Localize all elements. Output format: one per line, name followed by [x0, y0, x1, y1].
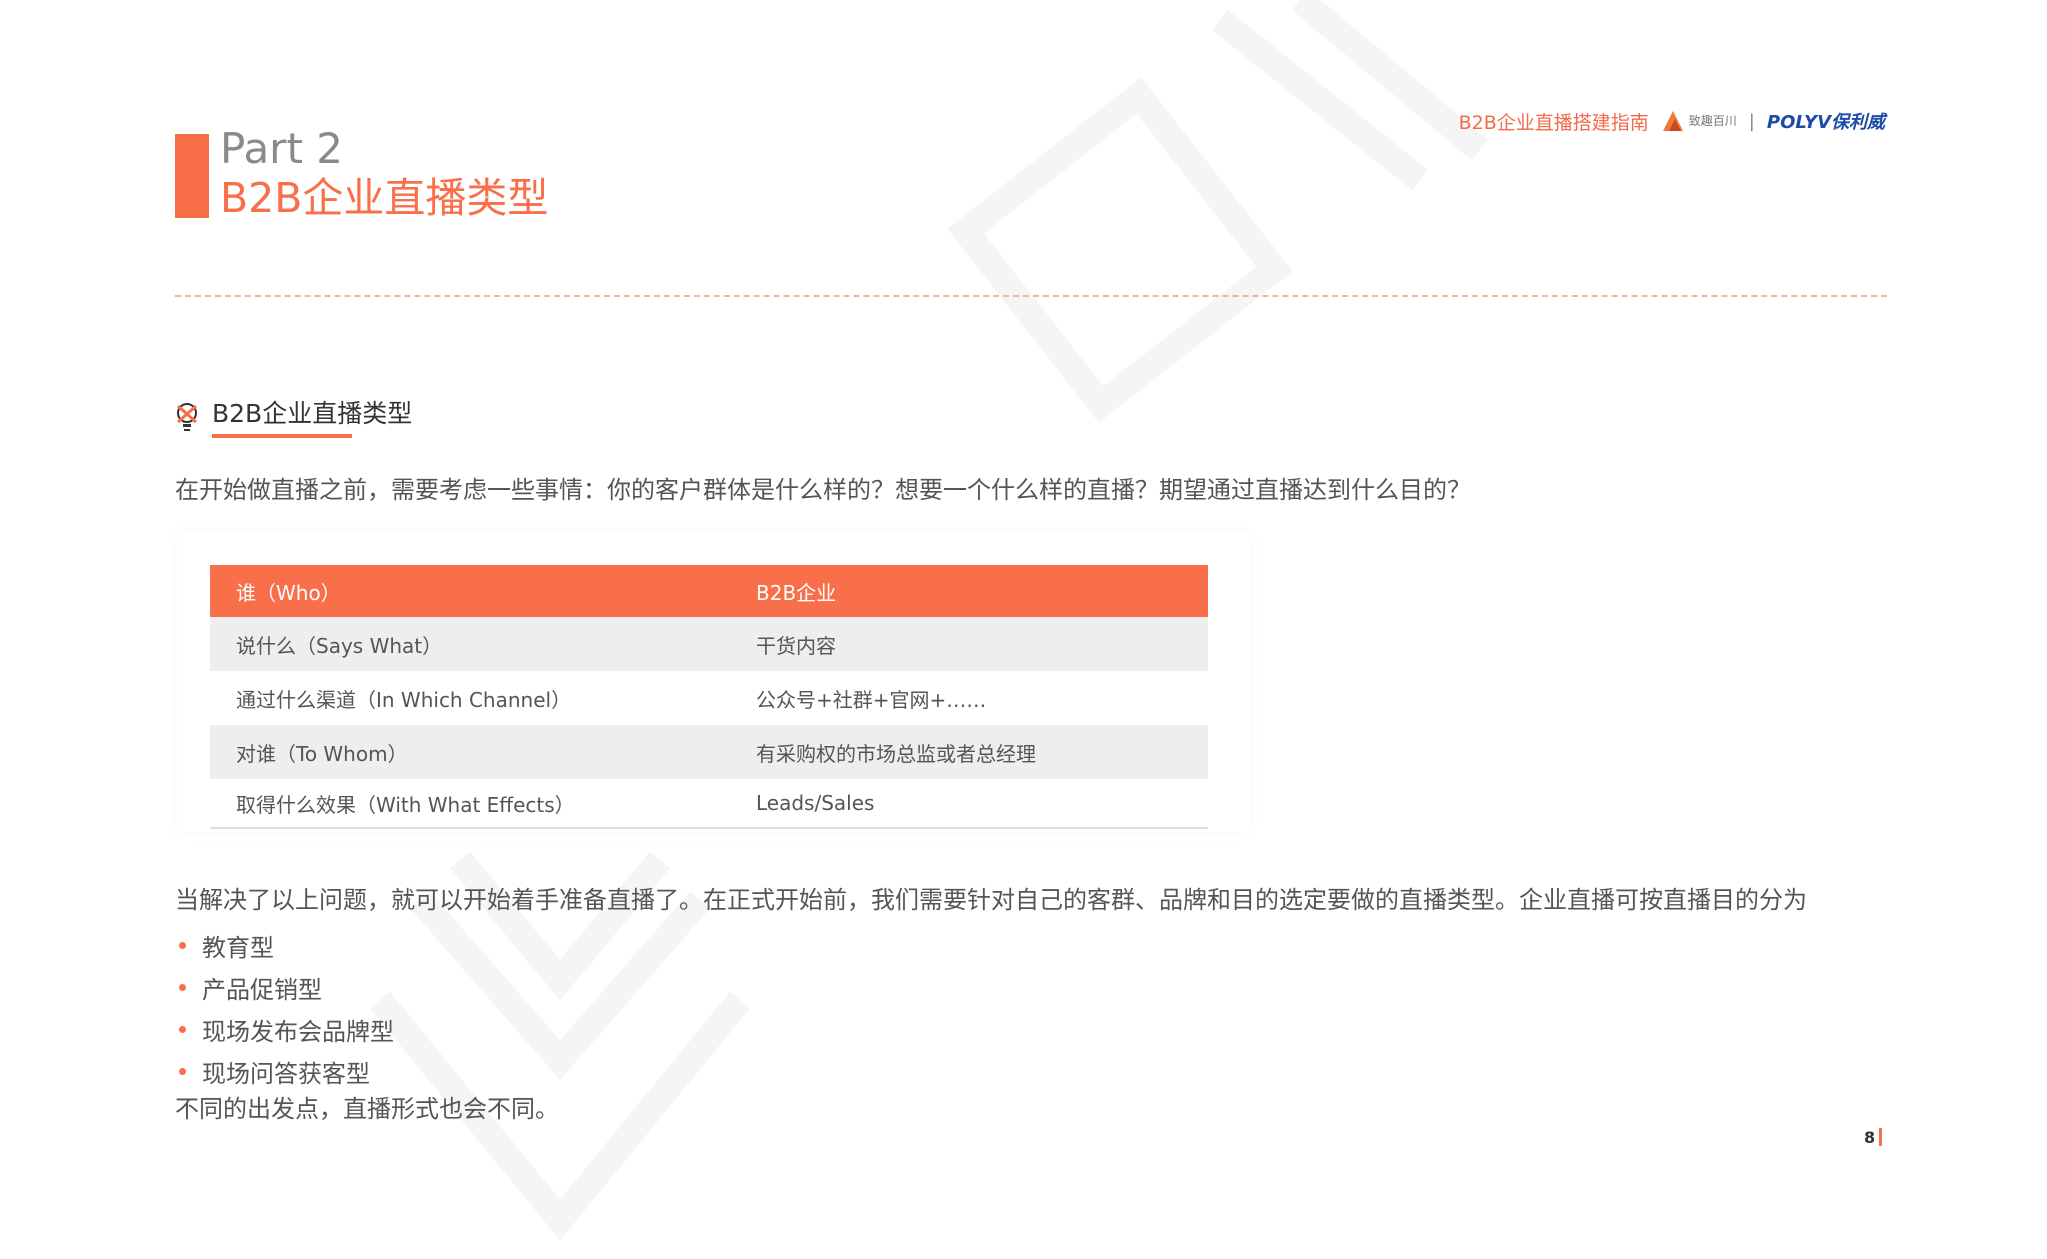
bullet-dot-icon — [179, 1067, 186, 1075]
page-number: 8 — [1864, 1128, 1876, 1147]
table-cell: 公众号+社群+官网+…… — [756, 687, 987, 712]
brand-title: B2B企业直播搭建指南 — [1458, 111, 1649, 134]
brand-header: B2B企业直播搭建指南 致趣百川 | POLYV保利威 — [1459, 107, 1885, 135]
table-row: 对谁（To Whom） 有采购权的市场总监或者总经理 — [210, 725, 1208, 779]
part-accent-bar — [175, 134, 209, 218]
table-cell: 有采购权的市场总监或者总经理 — [756, 741, 1036, 766]
table-row: 通过什么渠道（In Which Channel） 公众号+社群+官网+…… — [210, 671, 1208, 725]
bulb-icon — [177, 403, 197, 431]
section-title: B2B企业直播类型 — [212, 399, 413, 428]
bullet-dot-icon — [179, 1025, 186, 1033]
list-item-label: 产品促销型 — [202, 975, 322, 1004]
page-number-marker — [1879, 1128, 1882, 1146]
table-cell: 干货内容 — [756, 633, 836, 658]
closing-paragraph: 不同的出发点，直播形式也会不同。 — [175, 1095, 559, 1123]
brand-separator: | — [1748, 110, 1755, 132]
list-item: 教育型 — [175, 924, 394, 966]
section-title-underline — [212, 434, 352, 438]
list-item: 现场问答获客型 — [175, 1050, 394, 1092]
five-w-table: 谁（Who） B2B企业 说什么（Says What） 干货内容 通过什么渠道（… — [210, 565, 1208, 829]
polyv-logo: POLYV保利威 — [1766, 112, 1885, 133]
table-cell: Leads/Sales — [756, 791, 875, 815]
list-item: 现场发布会品牌型 — [175, 1008, 394, 1050]
table-cell: 通过什么渠道（In Which Channel） — [236, 687, 572, 712]
list-item-label: 教育型 — [202, 933, 274, 962]
table-row: 说什么（Says What） 干货内容 — [210, 617, 1208, 671]
part-number: Part 2 — [220, 124, 343, 173]
partner-logo-text: 致趣百川 — [1688, 114, 1737, 128]
live-type-list: 教育型 产品促销型 现场发布会品牌型 现场问答获客型 — [175, 924, 394, 1092]
table-cell: 取得什么效果（With What Effects） — [236, 792, 575, 817]
list-item-label: 现场问答获客型 — [202, 1059, 370, 1088]
section-divider — [175, 295, 1887, 297]
part-title: B2B企业直播类型 — [220, 174, 549, 222]
list-item-label: 现场发布会品牌型 — [202, 1017, 394, 1046]
table-row: 取得什么效果（With What Effects） Leads/Sales — [210, 779, 1208, 829]
partner-logo-icon — [1662, 111, 1683, 131]
table-cell: 对谁（To Whom） — [236, 741, 408, 766]
bullet-dot-icon — [179, 983, 186, 991]
table-header-cell: B2B企业 — [756, 580, 837, 605]
table-header-row: 谁（Who） B2B企业 — [210, 565, 1208, 617]
table-header-cell: 谁（Who） — [236, 580, 341, 605]
bullet-dot-icon — [179, 941, 186, 949]
intro-paragraph: 在开始做直播之前，需要考虑一些事情：你的客户群体是什么样的？想要一个什么样的直播… — [175, 476, 1471, 504]
body-paragraph: 当解决了以上问题，就可以开始着手准备直播了。在正式开始前，我们需要针对自己的客群… — [175, 886, 1807, 914]
list-item: 产品促销型 — [175, 966, 394, 1008]
table-cell: 说什么（Says What） — [236, 633, 443, 658]
